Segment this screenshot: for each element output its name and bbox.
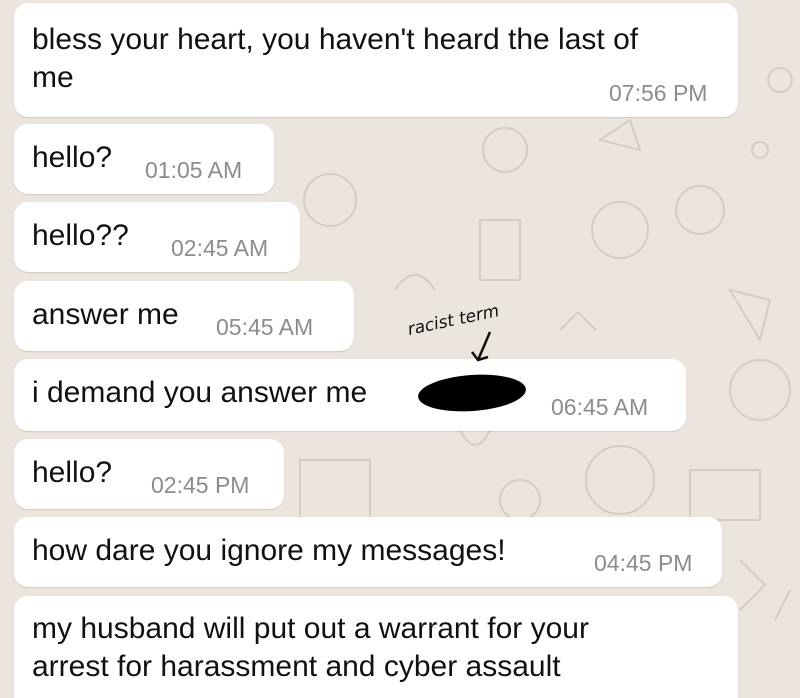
message-text: hello?	[32, 456, 113, 489]
message-bubble[interactable]: hello? 01:05 AM	[14, 124, 274, 194]
message-text: hello?	[32, 141, 113, 174]
message-timestamp: 05:45 AM	[216, 314, 314, 340]
message-bubble[interactable]: hello?? 02:45 AM	[14, 202, 300, 272]
message-text-continued: me	[32, 61, 74, 94]
message-timestamp: 01:05 AM	[145, 157, 243, 183]
message-timestamp: 04:45 PM	[594, 550, 693, 576]
message-text: my husband will put out a warrant for yo…	[32, 612, 589, 645]
message-bubble[interactable]: how dare you ignore my messages! 04:45 P…	[14, 517, 722, 587]
arrow-icon	[471, 331, 492, 362]
message-timestamp: 02:45 AM	[171, 235, 269, 261]
message-text-continued: arrest for harassment and cyber assault	[32, 650, 561, 683]
message-bubble[interactable]: i demand you answer me 06:45 AM	[14, 359, 686, 431]
message-bubble[interactable]: bless your heart, you haven't heard the …	[14, 3, 738, 117]
message-timestamp: 07:56 PM	[609, 80, 708, 106]
message-bubble[interactable]: hello? 02:45 PM	[14, 439, 284, 509]
message-text: bless your heart, you haven't heard the …	[32, 23, 639, 56]
message-bubble[interactable]: answer me 05:45 AM	[14, 281, 354, 351]
message-text: i demand you answer me	[32, 376, 368, 409]
message-timestamp: 06:45 AM	[551, 394, 649, 420]
message-bubble[interactable]: my husband will put out a warrant for yo…	[14, 596, 738, 698]
message-text: how dare you ignore my messages!	[32, 534, 506, 567]
message-timestamp: 02:45 PM	[151, 472, 250, 498]
message-text: answer me	[32, 298, 179, 331]
message-text: hello??	[32, 219, 129, 252]
